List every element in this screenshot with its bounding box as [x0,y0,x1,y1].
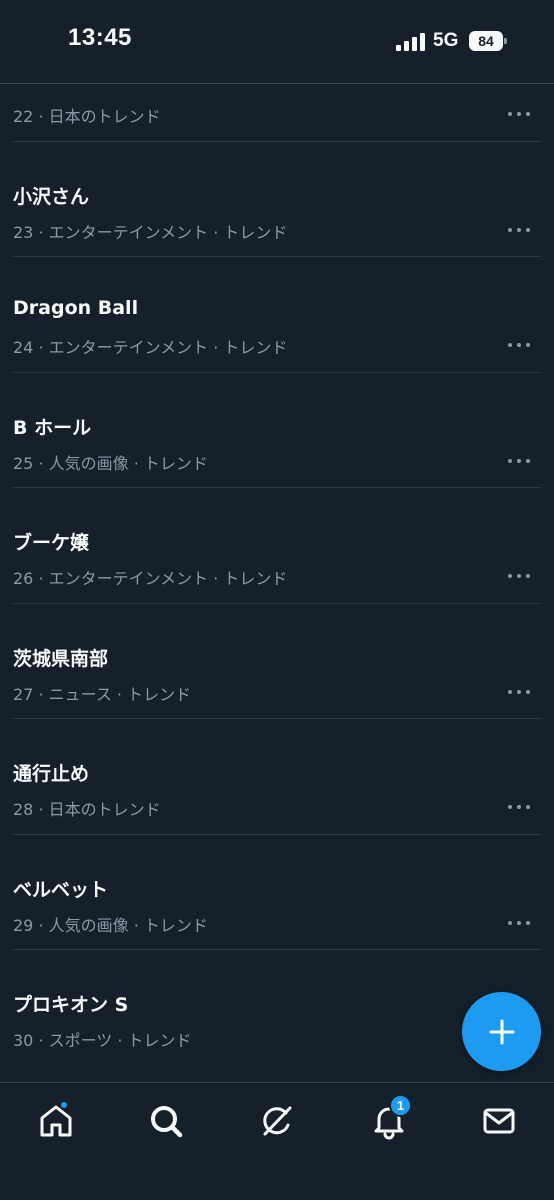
trend-title: ベルベット [13,878,109,901]
trend-title: 小沢さん [13,185,90,208]
trend-meta: 26 · エンターテインメント · トレンド [13,569,288,588]
trend-title: 通行止め [13,763,90,785]
trend-meta: 27 · ニュース · トレンド [13,684,192,704]
trend-title: B ホール [13,416,92,439]
status-time: 13:45 [68,24,132,51]
cellular-signal-icon [396,33,425,51]
trend-item[interactable]: B ホール 25 · 人気の画像 · トレンド [0,373,554,488]
trend-item[interactable]: ブーケ嬢 26 · エンターテインメント · トレンド [0,488,554,604]
trend-item[interactable]: 茨城県南部 27 · ニュース · トレンド [0,604,554,719]
trend-title: Dragon Ball [13,297,139,319]
nav-search[interactable] [146,1101,186,1141]
trend-item[interactable]: ベルベット 29 · 人気の画像 · トレンド [0,835,554,950]
trend-meta: 29 · 人気の画像 · トレンド [13,915,208,935]
nav-grok[interactable] [257,1101,297,1141]
battery-level: 84 [478,33,494,49]
battery-cap [504,38,507,44]
more-options-icon[interactable] [508,337,530,353]
search-icon [151,1106,183,1138]
trend-meta: 25 · 人気の画像 · トレンド [13,453,208,473]
plus-icon [489,1019,514,1044]
trend-meta: 28 · 日本のトレンド [13,800,161,819]
trend-title: ブーケ嬢 [13,532,90,554]
status-bar: 13:45 5G 84 [0,0,554,84]
bottom-navigation: 1 [0,1082,554,1200]
trend-meta: 22 · 日本のトレンド [13,107,161,126]
more-options-icon[interactable] [508,684,530,700]
explore-trending-screen: 22 · 日本のトレンド 小沢さん 23 · エンターテインメント · トレンド… [0,0,554,1200]
home-icon [40,1105,72,1137]
battery-icon: 84 [469,31,507,51]
trend-item[interactable]: Dragon Ball 24 · エンターテインメント · トレンド [0,257,554,373]
mail-icon [483,1108,515,1134]
grok-icon [263,1106,292,1136]
more-options-icon[interactable] [508,106,530,122]
trend-meta: 23 · エンターテインメント · トレンド [13,222,288,242]
more-options-icon[interactable] [508,453,530,469]
nav-home[interactable] [36,1100,76,1141]
more-options-icon[interactable] [508,799,530,815]
more-options-icon[interactable] [508,915,530,931]
battery-body: 84 [469,31,503,51]
network-type: 5G [433,30,459,51]
trend-list[interactable]: 22 · 日本のトレンド 小沢さん 23 · エンターテインメント · トレンド… [0,26,554,1066]
trend-title: 茨城県南部 [13,647,109,670]
trend-meta: 30 · スポーツ · トレンド [13,1031,192,1050]
trend-meta: 24 · エンターテインメント · トレンド [13,338,288,357]
trend-title: プロキオン S [13,994,129,1016]
more-options-icon[interactable] [508,222,530,238]
compose-button[interactable] [462,992,541,1071]
notification-badge: 1 [389,1094,412,1117]
nav-messages[interactable] [479,1101,519,1141]
nav-notifications[interactable]: 1 [369,1094,412,1141]
notification-dot [59,1100,69,1110]
trend-item[interactable]: 通行止め 28 · 日本のトレンド [0,719,554,835]
more-options-icon[interactable] [508,568,530,584]
trend-item[interactable]: 小沢さん 23 · エンターテインメント · トレンド [0,142,554,257]
